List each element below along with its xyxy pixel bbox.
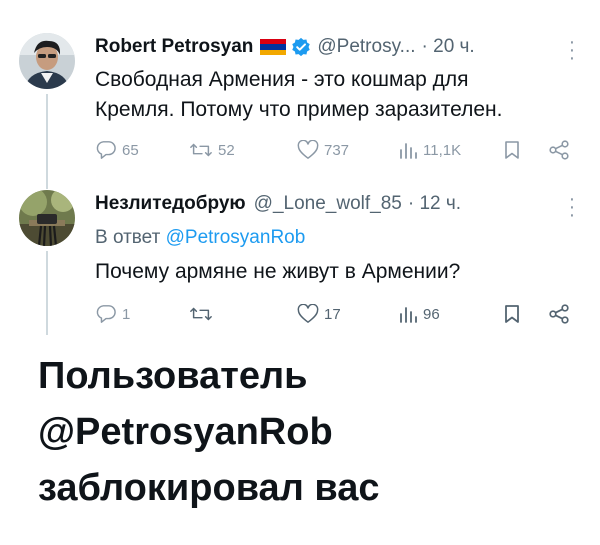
views-button[interactable]: 96 xyxy=(398,304,440,324)
thread-line-top xyxy=(46,175,48,189)
author-handle[interactable]: @_Lone_wolf_85 xyxy=(254,193,402,215)
tweet1-text-line2: Кремля. Потому что пример заразителен. xyxy=(95,98,503,121)
views-count: 11,1K xyxy=(423,141,462,159)
more-dots-icon[interactable]: · · · xyxy=(568,189,576,225)
tweet-reply-lone-wolf[interactable]: Незлитедобрую @_Lone_wolf_85 · 12 ч. · · ·… xyxy=(0,175,600,340)
tweet2-header: Незлитедобрую @_Lone_wolf_85 · 12 ч. xyxy=(95,193,461,215)
share-icon xyxy=(549,304,569,324)
retweet-count: 52 xyxy=(218,141,235,159)
reply-prefix: В ответ xyxy=(95,227,161,248)
bookmark-icon xyxy=(505,141,519,159)
bookmark-button[interactable] xyxy=(503,304,521,324)
tweet2-actions: 1 17 96 xyxy=(0,302,600,326)
like-count: 737 xyxy=(324,141,350,159)
retweet-button[interactable]: 52 xyxy=(189,140,235,160)
tweet2-text: Почему армяне не живут в Армении? xyxy=(95,260,461,283)
reply-button[interactable]: 1 xyxy=(95,304,130,324)
blocked-notice-line3: заблокировал вас xyxy=(38,467,380,509)
tweet1-text-line1: Свободная Армения - это кошмар для xyxy=(95,68,469,91)
reply-count: 65 xyxy=(122,141,139,159)
tweet-time[interactable]: · 12 ч. xyxy=(408,193,461,215)
armenia-flag-icon xyxy=(260,39,287,56)
retweet-icon xyxy=(190,143,212,157)
blocked-notice-line1: Пользователь xyxy=(38,355,308,397)
tweet1-actions: 65 52 737 11,1K xyxy=(0,138,600,162)
like-button[interactable]: 17 xyxy=(297,304,341,324)
tweet1-header: Robert Petrosyan @Petrosy... · 20 ч. xyxy=(95,36,475,58)
retweet-icon xyxy=(190,307,212,321)
reply-to-line: В ответ @PetrosyanRob xyxy=(95,227,305,249)
author-handle[interactable]: @Petrosy... xyxy=(317,36,415,58)
verified-badge-icon xyxy=(292,37,311,57)
retweet-button[interactable] xyxy=(189,304,218,324)
avatar-lone-wolf[interactable] xyxy=(19,190,75,246)
blocked-notice-line2: @PetrosyanRob xyxy=(38,411,333,453)
heart-icon xyxy=(297,304,319,323)
views-chart-icon xyxy=(400,143,417,159)
reply-icon xyxy=(96,141,116,159)
reply-to-link[interactable]: @PetrosyanRob xyxy=(166,227,306,248)
tweet-petrosyan[interactable]: Robert Petrosyan @Petrosy... · 20 ч. · · ·… xyxy=(0,0,600,176)
author-name[interactable]: Незлитедобрую xyxy=(95,193,246,215)
heart-icon xyxy=(297,140,319,159)
reply-count: 1 xyxy=(122,305,131,323)
avatar-petrosyan[interactable] xyxy=(19,33,75,89)
thread-line xyxy=(46,94,48,176)
share-icon xyxy=(549,140,569,160)
reply-button[interactable]: 65 xyxy=(95,140,139,160)
views-button[interactable]: 11,1K xyxy=(398,140,461,160)
views-chart-icon xyxy=(400,307,417,323)
tweet-time[interactable]: · 20 ч. xyxy=(422,36,475,58)
more-dots-icon[interactable]: · · · xyxy=(568,32,576,68)
like-button[interactable]: 737 xyxy=(297,140,349,160)
bookmark-icon xyxy=(505,305,519,323)
share-button[interactable] xyxy=(548,140,570,160)
views-count: 96 xyxy=(423,305,440,323)
share-button[interactable] xyxy=(548,304,570,324)
like-count: 17 xyxy=(324,305,341,323)
reply-icon xyxy=(96,305,116,323)
author-name[interactable]: Robert Petrosyan xyxy=(95,36,253,58)
blocked-notice: Пользователь @PetrosyanRob заблокировал … xyxy=(38,348,380,516)
bookmark-button[interactable] xyxy=(503,140,521,160)
